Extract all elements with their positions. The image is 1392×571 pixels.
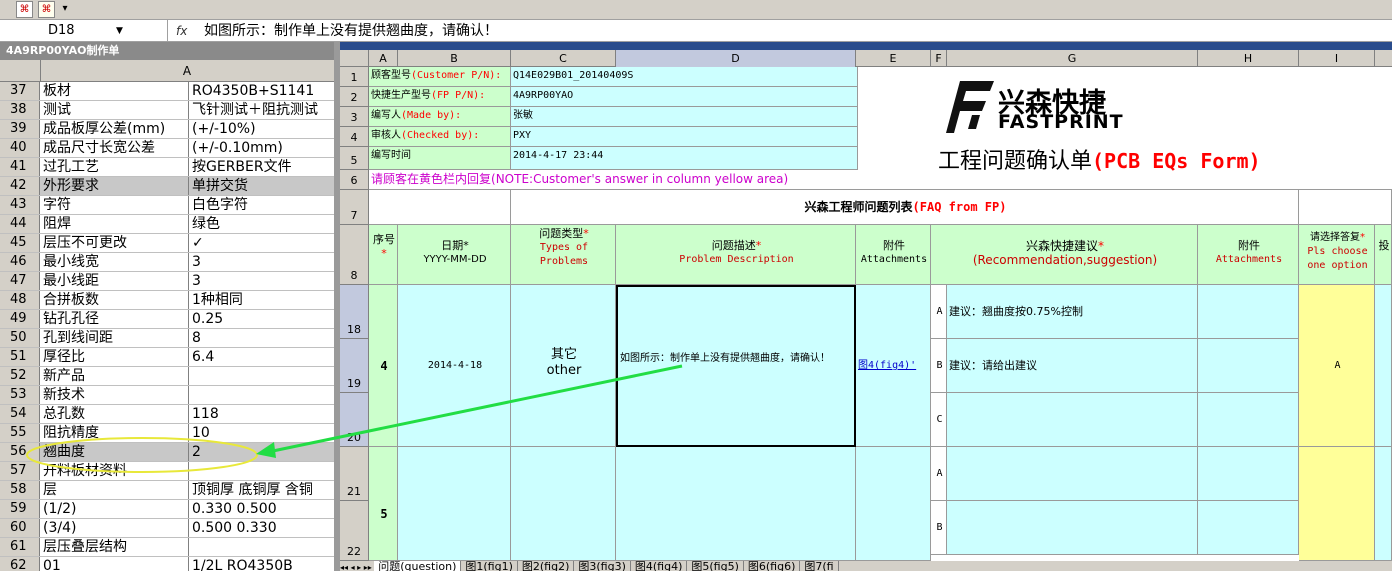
annotation-arrow [267,364,683,454]
sheet-tab[interactable]: 图6(fig6) [743,561,801,571]
sheet-tabs: ◂◂ ◂ ▸ ▸▸ 问题(question) 图1(fig1) 图2(fig2) 图3… [340,561,1392,571]
sheet-tab[interactable]: 图5(fig5) [687,561,744,571]
sheet-tab[interactable]: 问题(question) [374,561,462,571]
sheet-tab[interactable]: 图7(fi [800,561,839,571]
sheet-nav-arrows-icon[interactable]: ◂◂ ◂ ▸ ▸▸ [340,563,374,571]
sheet-tab[interactable]: 图1(fig1) [461,561,518,571]
sheet-tab[interactable]: 图4(fig4) [630,561,688,571]
annotation-arrowhead [256,442,276,458]
annotation-overlay [26,364,683,473]
highlight-ellipse [26,437,258,473]
sheet-tab[interactable]: 图2(fig2) [517,561,575,571]
sheet-tab[interactable]: 图3(fig3) [574,561,631,571]
